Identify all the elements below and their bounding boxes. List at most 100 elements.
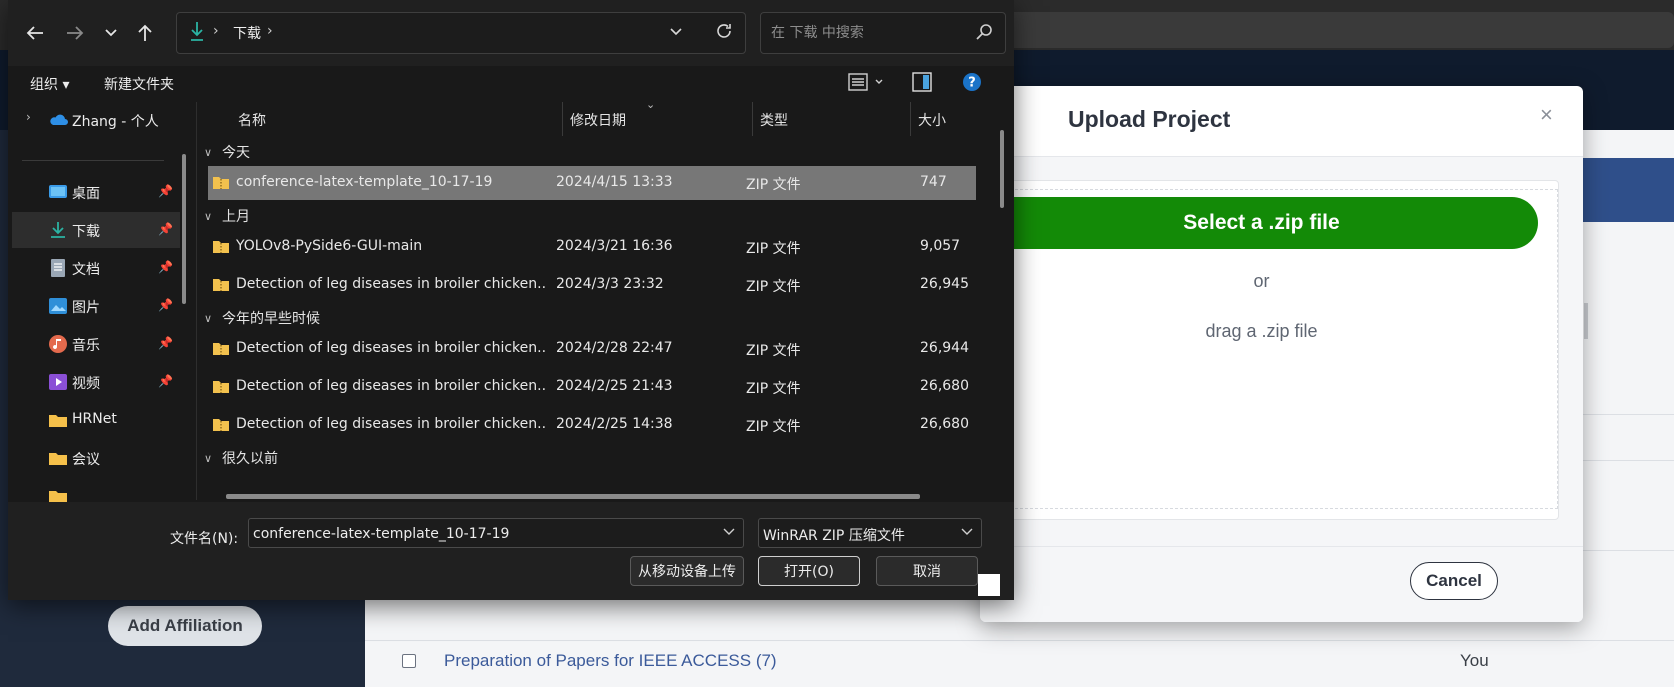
help-glyph: ? [968,76,976,91]
nav-item-label: 音乐 [72,338,100,354]
refresh-button[interactable] [715,21,733,45]
project-link[interactable]: Preparation of Papers for IEEE ACCESS (7… [444,651,777,671]
download-folder-icon [191,22,203,41]
music-icon [49,335,67,353]
modal-close-button[interactable]: × [1540,102,1553,128]
breadcrumb-downloads[interactable]: 下载 [233,23,261,43]
group-header-last-month[interactable]: ∨ 上月 [204,204,250,228]
search-box[interactable] [760,12,1006,54]
file-row[interactable]: YOLOv8-PySide6-GUI-main 2024/3/21 16:36 … [208,230,976,264]
nav-item-hrnet[interactable]: HRNet [12,402,180,438]
modal-cancel-button[interactable]: Cancel [1410,562,1498,600]
chevron-down-icon: ∨ [204,311,213,325]
breadcrumb-separator[interactable]: › [213,23,219,39]
nav-item-partial[interactable] [12,478,180,502]
help-button[interactable]: ? [962,72,982,96]
onedrive-cloud-icon [50,114,68,125]
group-header-today[interactable]: ∨ 今天 [204,140,250,164]
nav-pane-scrollbar[interactable] [182,154,186,304]
zip-folder-icon [213,177,229,189]
forward-button[interactable] [60,18,90,48]
view-options-button[interactable] [848,72,886,96]
nav-item-label: 文档 [72,262,100,278]
nav-item-pictures[interactable]: 图片 📌 [12,288,180,324]
nav-item-videos[interactable]: 视频 📌 [12,364,180,400]
file-size: 26,680 [920,416,969,432]
nav-item-label: 会议 [72,452,100,468]
organize-menu[interactable]: 组织 ▾ [30,74,69,94]
column-divider[interactable] [910,102,911,136]
zip-folder-icon [213,241,229,253]
preview-pane-button[interactable] [912,72,932,96]
column-header-type[interactable]: 类型 [760,102,788,136]
pin-icon[interactable]: 📌 [158,184,173,198]
file-row[interactable]: Detection of leg diseases in broiler chi… [208,332,976,366]
column-divider[interactable] [752,102,753,136]
chevron-right-icon[interactable]: › [26,110,31,124]
file-row[interactable]: Detection of leg diseases in broiler chi… [208,268,976,302]
new-folder-button[interactable]: 新建文件夹 [104,74,174,94]
file-type-dropdown-caret[interactable] [961,525,973,539]
file-type-select[interactable]: WinRAR ZIP 压缩文件 [758,518,982,548]
select-zip-button[interactable]: Select a .zip file [985,197,1538,249]
nav-item-music[interactable]: 音乐 📌 [12,326,180,362]
file-type: ZIP 文件 [746,241,801,257]
nav-item-onedrive[interactable]: › Zhang - 个人 [12,102,180,138]
navigation-pane[interactable]: › Zhang - 个人 桌面 📌 下载 📌 文档 📌 图片 📌 音乐 📌 视频… [8,102,192,502]
pane-divider[interactable] [196,102,197,500]
file-name-label: 文件名(N): [170,531,239,547]
nav-item-label: 下载 [72,224,100,240]
chevron-down-icon [105,29,117,37]
breadcrumb[interactable]: › 下载 › [176,12,746,54]
search-input[interactable] [771,23,961,43]
back-button[interactable] [20,18,50,48]
file-list-vertical-scrollbar[interactable] [1000,130,1004,208]
nav-item-meetings[interactable]: 会议 [12,440,180,476]
breadcrumb-separator[interactable]: › [267,23,273,39]
address-dropdown-button[interactable] [669,23,683,41]
upload-from-mobile-button[interactable]: 从移动设备上传 [630,556,744,586]
browser-address-bar[interactable] [1000,12,1674,48]
nav-item-downloads[interactable]: 下载 📌 [12,212,180,248]
group-header-long-ago[interactable]: ∨ 很久以前 [204,446,278,470]
zip-dropzone[interactable]: Select a .zip file or drag a .zip file [985,180,1559,520]
file-list-horizontal-scrollbar[interactable] [226,494,920,499]
group-label: 今天 [222,145,250,161]
file-row[interactable]: conference-latex-template_10-17-19 2024/… [208,166,976,200]
file-size: 747 [920,174,947,190]
search-icon[interactable] [975,23,993,41]
pin-icon[interactable]: 📌 [158,260,173,274]
recent-locations-button[interactable] [96,18,126,48]
file-list-pane[interactable]: 名称 ⌄ 修改日期 类型 大小 ∨ 今天 conference-latex-tem… [198,102,1002,502]
file-date: 2024/2/25 21:43 [556,378,673,394]
page-blue-banner [1570,158,1674,222]
group-label: 今年的早些时候 [222,311,320,327]
project-row-checkbox[interactable] [402,654,416,668]
open-button[interactable]: 打开(O) [758,556,860,586]
column-header-name[interactable]: 名称 [238,102,266,136]
column-divider[interactable] [562,102,563,136]
pin-icon[interactable]: 📌 [158,298,173,312]
zip-folder-icon [213,343,229,355]
resize-grip[interactable] [978,574,1000,596]
pin-icon[interactable]: 📌 [158,374,173,388]
column-header-size[interactable]: 大小 [918,102,946,136]
file-row[interactable]: Detection of leg diseases in broiler chi… [208,408,976,442]
up-button[interactable] [130,18,160,48]
file-name: Detection of leg diseases in broiler chi… [236,378,546,394]
file-name-input[interactable] [253,525,703,543]
dialog-cancel-button[interactable]: 取消 [876,556,978,586]
nav-item-desktop[interactable]: 桌面 📌 [12,174,180,210]
file-name-history-dropdown[interactable] [723,525,735,539]
file-name-field[interactable] [248,518,744,548]
column-header-date[interactable]: 修改日期 [570,102,626,136]
desktop-icon [49,185,67,198]
nav-item-documents[interactable]: 文档 📌 [12,250,180,286]
chevron-down-icon [723,528,735,535]
group-header-earlier-this-year[interactable]: ∨ 今年的早些时候 [204,306,320,330]
file-row[interactable]: Detection of leg diseases in broiler chi… [208,370,976,404]
dialog-toolbar: 组织 ▾ 新建文件夹 ? [8,66,1014,102]
pin-icon[interactable]: 📌 [158,336,173,350]
pin-icon[interactable]: 📌 [158,222,173,236]
add-affiliation-button[interactable]: Add Affiliation [108,606,262,646]
